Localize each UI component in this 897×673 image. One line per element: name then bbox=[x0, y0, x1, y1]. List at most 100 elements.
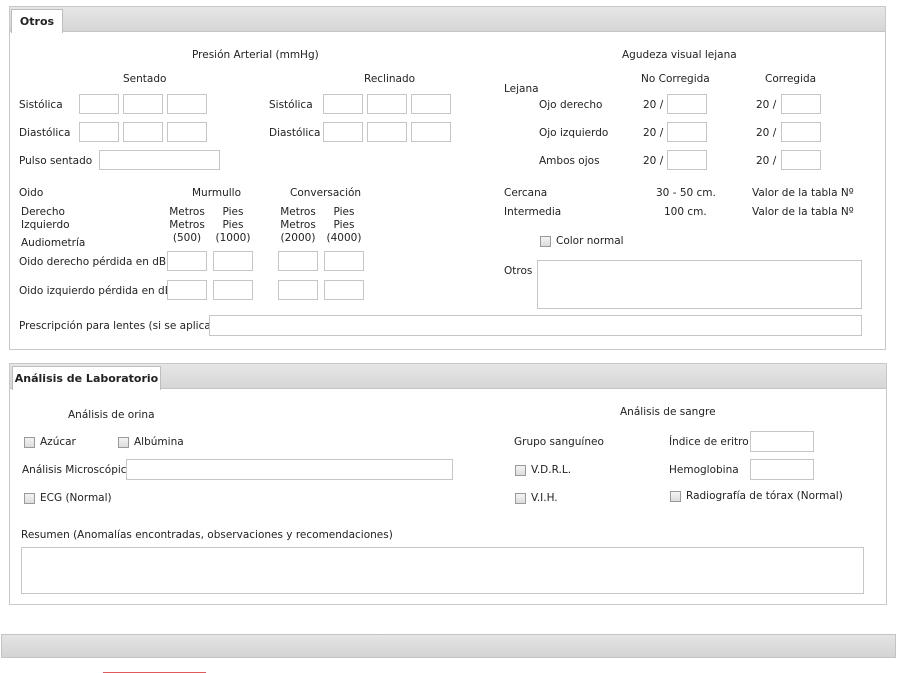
ojo-izquierdo-label: Ojo izquierdo bbox=[539, 127, 609, 139]
ojo-derecho-corregida-input[interactable] bbox=[781, 94, 821, 114]
metros-label: Metros bbox=[169, 206, 205, 218]
oido-izquierdo-2000-input[interactable] bbox=[278, 280, 318, 300]
ojo-derecho-label: Ojo derecho bbox=[539, 99, 603, 111]
audiometria-label: Audiometría bbox=[21, 237, 86, 249]
pies-label: Pies bbox=[222, 206, 244, 218]
sistolica-reclinado-input-2[interactable] bbox=[367, 94, 407, 114]
veinte-label: 20 / bbox=[643, 99, 664, 111]
vdrl-label: V.D.R.L. bbox=[531, 464, 572, 476]
conversacion-label: Conversación bbox=[290, 187, 362, 199]
pies-label: Pies bbox=[333, 219, 355, 231]
diastolica-sentado-input-3[interactable] bbox=[167, 122, 207, 142]
presion-title: Presión Arterial (mmHg) bbox=[192, 49, 319, 61]
intermedia-valor-tabla-label: Valor de la tabla Nº bbox=[752, 206, 854, 218]
diastolica-sentado-input-1[interactable] bbox=[79, 122, 119, 142]
freq-500-label: (500) bbox=[172, 232, 202, 244]
metros-label: Metros bbox=[280, 206, 316, 218]
diastolica-sentado-input-2[interactable] bbox=[123, 122, 163, 142]
veinte-label: 20 / bbox=[643, 155, 664, 167]
cercana-valor-tabla-label: Valor de la tabla Nº bbox=[752, 187, 854, 199]
vih-label: V.I.H. bbox=[531, 492, 558, 504]
no-corregida-label: No Corregida bbox=[641, 73, 710, 85]
intermedia-distancia: 100 cm. bbox=[664, 206, 707, 218]
oido-izquierdo-500-input[interactable] bbox=[167, 280, 207, 300]
veinte-label: 20 / bbox=[756, 99, 777, 111]
otros-panel-header bbox=[10, 7, 885, 32]
pulso-sentado-label: Pulso sentado bbox=[19, 155, 93, 167]
intermedia-label: Intermedia bbox=[504, 206, 562, 218]
grupo-sanguineo-label: Grupo sanguíneo bbox=[514, 436, 604, 448]
murmullo-label: Murmullo bbox=[192, 187, 241, 199]
ecg-checkbox[interactable] bbox=[24, 493, 35, 504]
otros-textarea[interactable] bbox=[537, 260, 862, 309]
freq-4000-label: (4000) bbox=[326, 232, 362, 244]
corregida-label: Corregida bbox=[765, 73, 817, 85]
freq-2000-header: Metros Metros (2000) bbox=[277, 206, 319, 245]
oido-izquierdo-4000-input[interactable] bbox=[324, 280, 364, 300]
pulso-sentado-input[interactable] bbox=[99, 150, 220, 170]
oido-derecho-4000-input[interactable] bbox=[324, 251, 364, 271]
oido-label: Oido bbox=[19, 187, 44, 199]
radiografia-torax-checkbox[interactable] bbox=[670, 491, 681, 502]
sistolica-sentado-input-2[interactable] bbox=[123, 94, 163, 114]
prescripcion-label: Prescripción para lentes (si se aplica) bbox=[19, 320, 215, 332]
reclinado-label: Reclinado bbox=[364, 73, 416, 85]
veinte-label: 20 / bbox=[756, 155, 777, 167]
ecg-label: ECG (Normal) bbox=[40, 492, 112, 504]
pies-label: Pies bbox=[222, 219, 244, 231]
bottom-toolbar bbox=[1, 634, 896, 658]
sistolica-sentado-label: Sistólica bbox=[19, 99, 63, 111]
sistolica-reclinado-input-1[interactable] bbox=[323, 94, 363, 114]
oido-derecho-1000-input[interactable] bbox=[213, 251, 253, 271]
freq-4000-header: Pies Pies (4000) bbox=[323, 206, 365, 245]
diastolica-sentado-label: Diastólica bbox=[19, 127, 71, 139]
tab-otros[interactable]: Otros bbox=[11, 9, 63, 33]
ambos-ojos-corregida-input[interactable] bbox=[781, 150, 821, 170]
cercana-distancia: 30 - 50 cm. bbox=[656, 187, 716, 199]
ambos-ojos-no-corregida-input[interactable] bbox=[667, 150, 707, 170]
vdrl-checkbox[interactable] bbox=[515, 465, 526, 476]
analisis-microscopico-input[interactable] bbox=[126, 459, 453, 480]
veinte-label: 20 / bbox=[756, 127, 777, 139]
vih-checkbox[interactable] bbox=[515, 493, 526, 504]
diastolica-reclinado-input-2[interactable] bbox=[367, 122, 407, 142]
oido-derecho-perdida-label: Oido derecho pérdida en dB bbox=[19, 256, 167, 268]
azucar-label: Azúcar bbox=[40, 436, 76, 448]
freq-1000-label: (1000) bbox=[215, 232, 251, 244]
indice-eritro-label: Índice de eritro bbox=[669, 436, 749, 448]
oido-izquierdo-1000-input[interactable] bbox=[213, 280, 253, 300]
ojo-derecho-no-corregida-input[interactable] bbox=[667, 94, 707, 114]
color-normal-checkbox[interactable] bbox=[540, 236, 551, 247]
lejana-label: Lejana bbox=[504, 83, 539, 95]
tab-analisis-laboratorio[interactable]: Análisis de Laboratorio bbox=[12, 366, 161, 390]
ojo-izquierdo-corregida-input[interactable] bbox=[781, 122, 821, 142]
diastolica-reclinado-label: Diastólica bbox=[269, 127, 321, 139]
diastolica-reclinado-input-3[interactable] bbox=[411, 122, 451, 142]
ambos-ojos-label: Ambos ojos bbox=[539, 155, 600, 167]
ojo-izquierdo-no-corregida-input[interactable] bbox=[667, 122, 707, 142]
indice-eritro-input[interactable] bbox=[750, 431, 814, 452]
sistolica-sentado-input-1[interactable] bbox=[79, 94, 119, 114]
analisis-microscopico-label: Análisis Microscópico bbox=[22, 464, 134, 476]
freq-2000-label: (2000) bbox=[280, 232, 316, 244]
radiografia-torax-label: Radiografía de tórax (Normal) bbox=[686, 490, 843, 502]
oido-derecho-500-input[interactable] bbox=[167, 251, 207, 271]
oido-izquierdo-perdida-label: Oido izquierdo pérdida en dB bbox=[19, 285, 172, 297]
resumen-textarea[interactable] bbox=[21, 547, 864, 594]
sistolica-reclinado-input-3[interactable] bbox=[411, 94, 451, 114]
sistolica-reclinado-label: Sistólica bbox=[269, 99, 313, 111]
sistolica-sentado-input-3[interactable] bbox=[167, 94, 207, 114]
azucar-checkbox[interactable] bbox=[24, 437, 35, 448]
metros-label: Metros bbox=[280, 219, 316, 231]
albumina-label: Albúmina bbox=[134, 436, 184, 448]
derecho-label: Derecho bbox=[21, 206, 65, 218]
prescripcion-input[interactable] bbox=[209, 315, 862, 336]
hemoglobina-input[interactable] bbox=[750, 459, 814, 480]
analisis-orina-title: Análisis de orina bbox=[68, 409, 155, 421]
diastolica-reclinado-input-1[interactable] bbox=[323, 122, 363, 142]
sentado-label: Sentado bbox=[123, 73, 167, 85]
freq-1000-header: Pies Pies (1000) bbox=[212, 206, 254, 245]
oido-derecho-2000-input[interactable] bbox=[278, 251, 318, 271]
albumina-checkbox[interactable] bbox=[118, 437, 129, 448]
hemoglobina-label: Hemoglobina bbox=[669, 464, 739, 476]
